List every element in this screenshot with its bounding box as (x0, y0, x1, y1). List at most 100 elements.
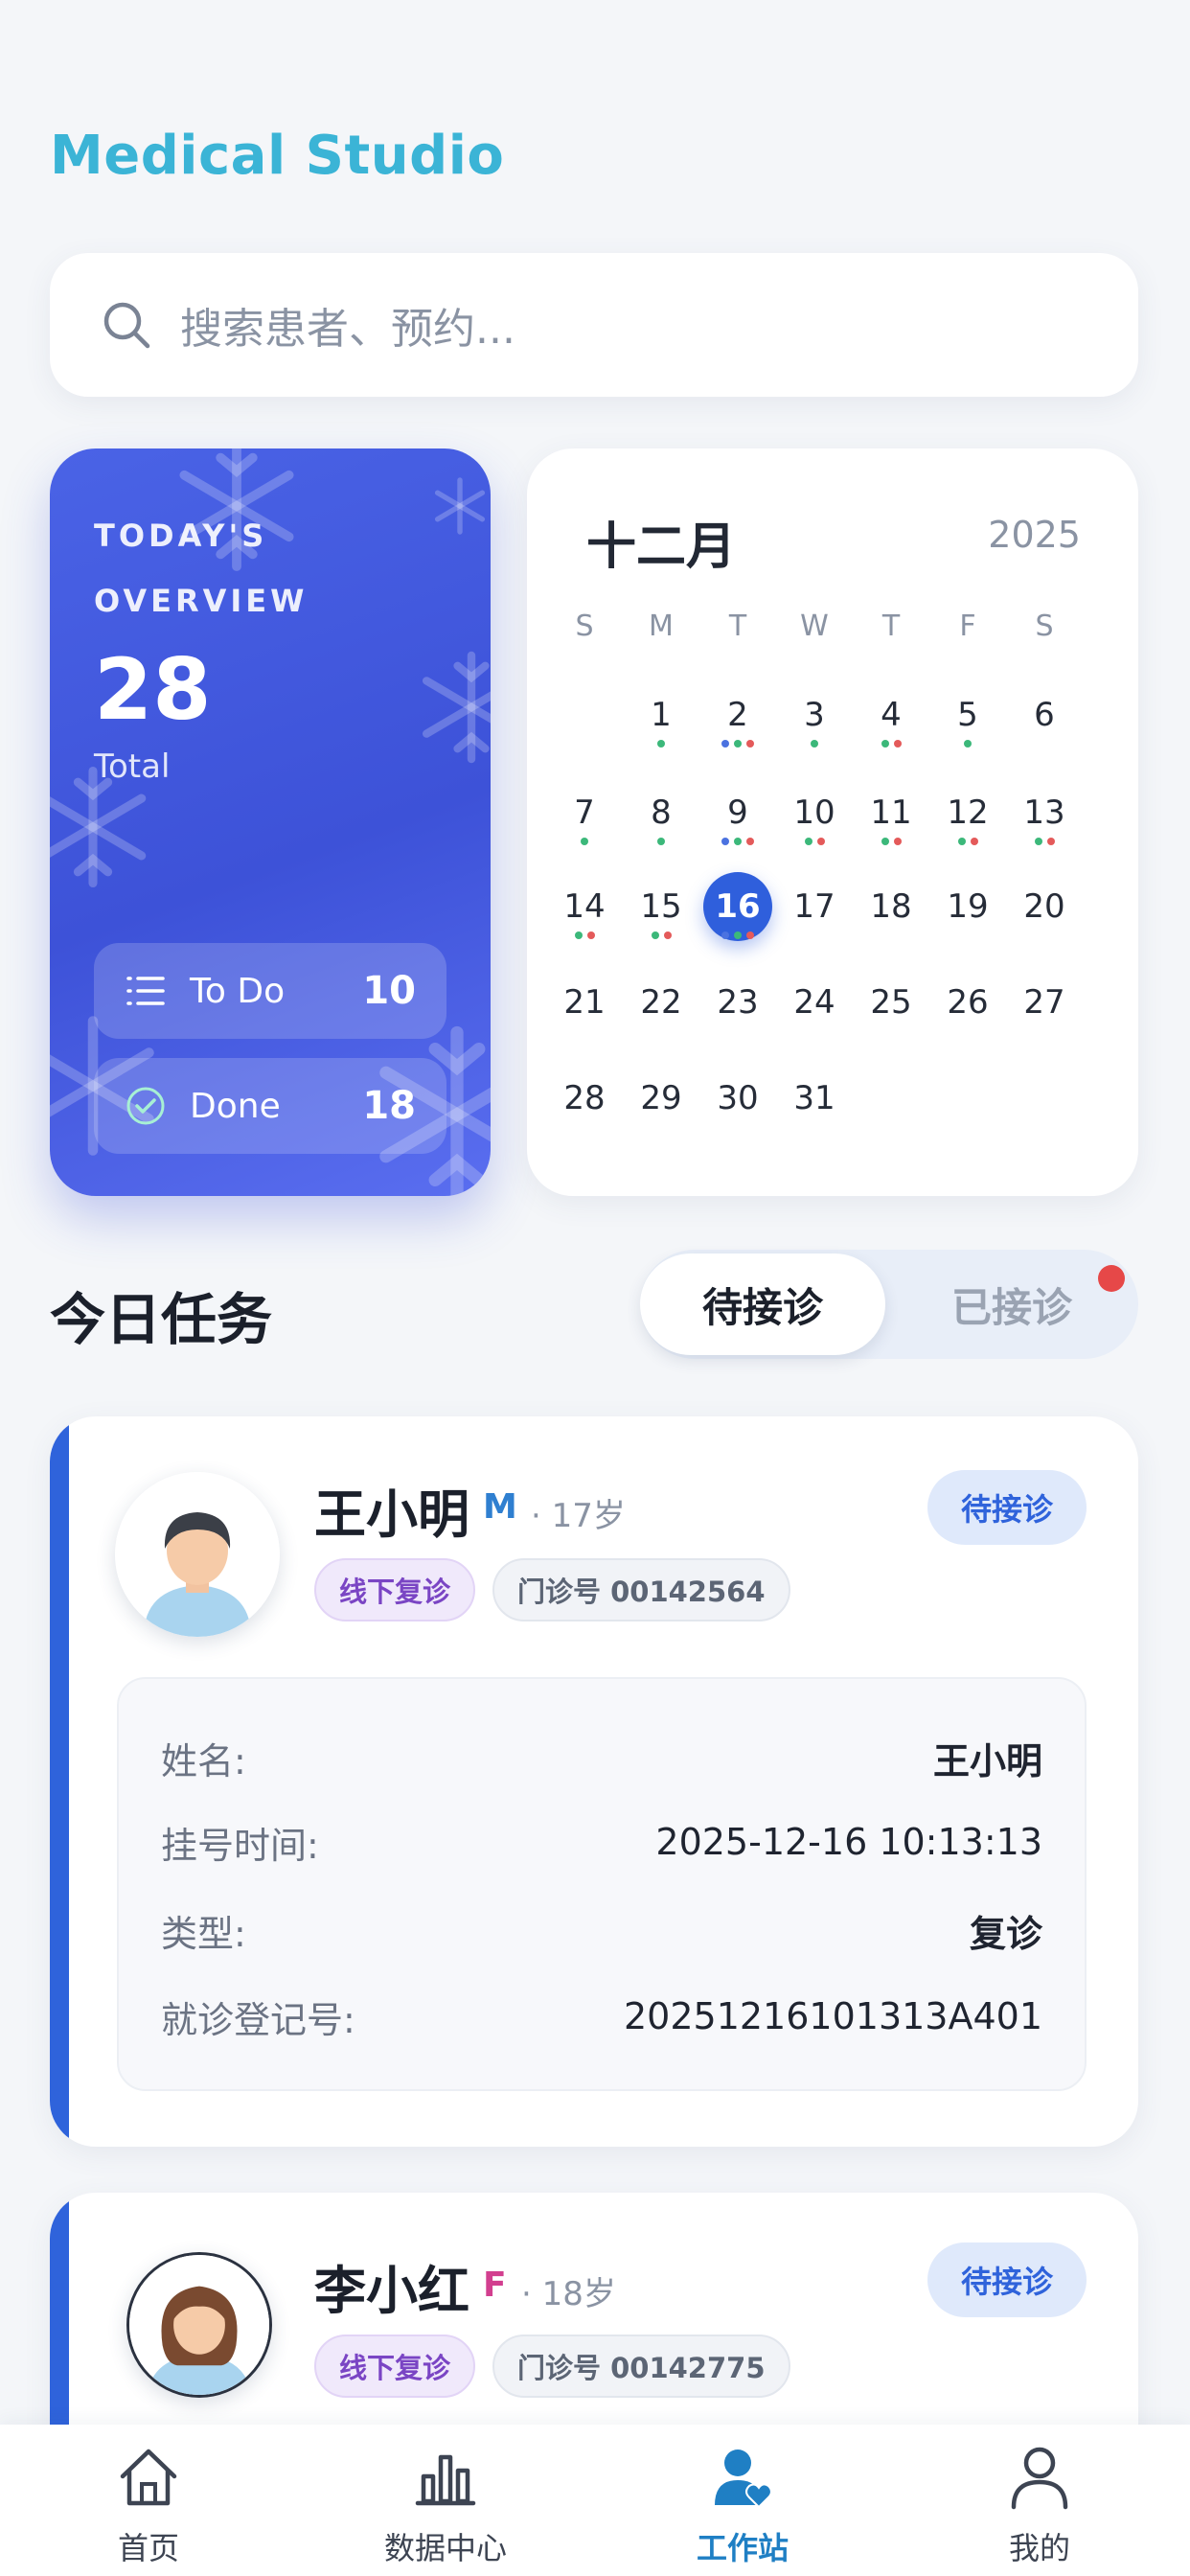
avatar (126, 2252, 272, 2398)
calendar-day[interactable]: 8 (623, 794, 699, 832)
calendar-day[interactable]: 20 (1006, 887, 1083, 926)
calendar-day[interactable]: 25 (853, 983, 929, 1022)
weekday-label: T (728, 610, 747, 643)
detail-row-time: 挂号时间: 2025-12-16 10:13:13 (161, 1813, 1042, 1871)
weekday-label: M (649, 610, 674, 643)
appointment-dots (929, 740, 1006, 748)
nav-workstation[interactable]: 工作站 (594, 2425, 891, 2576)
calendar-day[interactable]: 18 (853, 887, 929, 926)
overview-card[interactable]: TODAY'S OVERVIEW 28 Total To Do 10 Done … (50, 448, 491, 1196)
calendar-day[interactable]: 15 (623, 887, 699, 926)
appointment-dot (811, 740, 818, 748)
calendar-day[interactable]: 7 (546, 794, 623, 832)
appointment-dot (746, 838, 754, 845)
appointment-dot (663, 932, 672, 939)
detail-value: 王小明 (932, 1739, 1042, 1782)
detail-row-type: 类型: 复诊 (161, 1901, 1042, 1959)
done-label: Done (190, 1086, 281, 1126)
search-input[interactable]: 搜索患者、预约... (180, 294, 515, 356)
snowflake-icon (434, 477, 486, 535)
detail-value: 2025-12-16 10:13:13 (655, 1821, 1042, 1863)
calendar-day[interactable]: 12 (929, 794, 1006, 832)
calendar-day[interactable]: 22 (623, 983, 699, 1022)
patient-age: · 17岁 (531, 1497, 626, 1535)
calendar-day[interactable]: 29 (623, 1079, 699, 1117)
nav-mine[interactable]: 我的 (891, 2425, 1188, 2576)
appointment-dot (746, 740, 754, 748)
patient-card[interactable]: 王小明 M · 17岁 线下复诊 门诊号 00142564 待接诊 姓名: 王小… (50, 1416, 1138, 2147)
appointment-dot (574, 932, 583, 939)
calendar-day[interactable]: 28 (546, 1079, 623, 1117)
status-badge[interactable]: 待接诊 (927, 1470, 1087, 1545)
patient-detail-panel: 姓名: 王小明 挂号时间: 2025-12-16 10:13:13 类型: 复诊… (117, 1677, 1087, 2091)
done-value: 18 (362, 1084, 416, 1128)
appointment-dot (721, 838, 729, 845)
calendar-day[interactable]: 30 (699, 1079, 776, 1117)
appointment-dot (804, 838, 812, 845)
calendar-day[interactable]: 19 (929, 887, 1006, 926)
outpatient-number-chip: 门诊号 00142775 (492, 2334, 790, 2398)
done-row[interactable]: Done 18 (94, 1058, 446, 1154)
calendar-day[interactable]: 27 (1006, 983, 1083, 1022)
appointment-dots (699, 932, 776, 939)
todo-label: To Do (190, 971, 286, 1011)
calendar-day[interactable]: 4 (853, 696, 929, 734)
patient-sex: M (483, 1487, 517, 1527)
tab-pending[interactable]: 待接诊 (640, 1254, 885, 1355)
calendar-day[interactable]: 21 (546, 983, 623, 1022)
patient-name: 李小红 (314, 2261, 469, 2321)
bar-chart-icon (415, 2454, 476, 2506)
appointment-dot (734, 838, 742, 845)
tab-done[interactable]: 已接诊 (897, 1254, 1127, 1355)
calendar-day[interactable]: 10 (776, 794, 853, 832)
outpatient-number-chip: 门诊号 00142564 (492, 1558, 790, 1622)
appointment-dot (734, 932, 742, 939)
appointment-dots (546, 838, 623, 845)
calendar-day[interactable]: 3 (776, 696, 853, 734)
calendar-day[interactable]: 9 (699, 794, 776, 832)
calendar-day[interactable]: 14 (546, 887, 623, 926)
detail-row-name: 姓名: 王小明 (161, 1729, 1042, 1786)
weekday-label: T (881, 610, 901, 643)
nav-data-center[interactable]: 数据中心 (297, 2425, 594, 2576)
list-icon (126, 977, 165, 1005)
appointment-dot (964, 740, 972, 748)
tasks-title: 今日任务 (50, 1287, 273, 1352)
calendar-day[interactable]: 26 (929, 983, 1006, 1022)
calendar-day[interactable]: 31 (776, 1079, 853, 1117)
calendar-day[interactable]: 2 (699, 696, 776, 734)
calendar-day[interactable]: 5 (929, 696, 1006, 734)
appointment-dots (776, 838, 853, 845)
search-bar[interactable]: 搜索患者、预约... (50, 253, 1138, 397)
appointment-dot (657, 838, 665, 845)
appointment-dots (623, 838, 699, 845)
patient-age: · 18岁 (521, 2275, 616, 2313)
appointment-dot (721, 740, 729, 748)
detail-value: 复诊 (969, 1912, 1042, 1955)
appointment-dots (546, 932, 623, 939)
detail-label: 类型: (161, 1912, 246, 1955)
calendar-day[interactable]: 11 (853, 794, 929, 832)
calendar-day[interactable]: 6 (1006, 696, 1083, 734)
task-tab-switch[interactable]: 待接诊 已接诊 (640, 1250, 1138, 1359)
nav-workstation-label: 工作站 (696, 2530, 789, 2566)
appointment-dot (586, 932, 595, 939)
weekday-label: S (575, 610, 594, 643)
appointment-dot (816, 838, 825, 845)
calendar-day[interactable]: 1 (623, 696, 699, 734)
appointment-dots (623, 740, 699, 748)
calendar-day[interactable]: 13 (1006, 794, 1083, 832)
appointment-dot (881, 740, 889, 748)
nav-home[interactable]: 首页 (0, 2425, 297, 2576)
detail-label: 挂号时间: (161, 1824, 319, 1867)
todo-row[interactable]: To Do 10 (94, 943, 446, 1039)
doctor-heart-icon (715, 2450, 772, 2509)
appointment-dots (1006, 838, 1083, 845)
calendar-day[interactable]: 17 (776, 887, 853, 926)
calendar-day[interactable]: 16 (699, 887, 776, 926)
calendar-day[interactable]: 24 (776, 983, 853, 1022)
status-badge[interactable]: 待接诊 (927, 2242, 1087, 2317)
calendar-day[interactable]: 23 (699, 983, 776, 1022)
nav-mine-label: 我的 (1008, 2530, 1070, 2566)
nav-data-center-label: 数据中心 (383, 2530, 507, 2566)
